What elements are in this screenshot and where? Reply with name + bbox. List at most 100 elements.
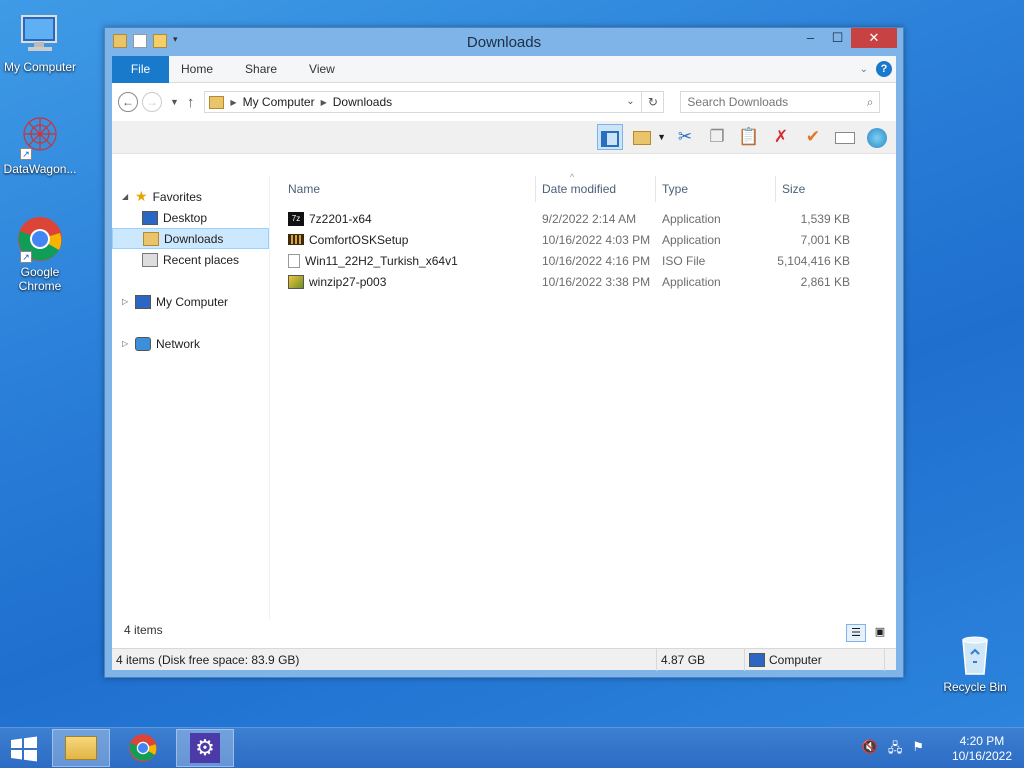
breadcrumb-separator-icon: ▶ <box>230 97 237 107</box>
column-size[interactable]: Size <box>776 176 856 202</box>
recent-places-icon <box>142 252 158 267</box>
start-button[interactable] <box>10 736 38 762</box>
file-type: Application <box>662 232 721 247</box>
table-row[interactable]: 7z 7z2201-x64 9/2/2022 2:14 AM Applicatio… <box>270 208 896 229</box>
table-row[interactable]: ComfortOSKSetup 10/16/2022 4:03 PM Appli… <box>270 229 896 250</box>
breadcrumb-my-computer[interactable]: My Computer <box>243 95 315 109</box>
column-name[interactable]: Name <box>270 176 536 202</box>
volume-muted-icon[interactable]: 🔇 <box>862 739 878 761</box>
search-box[interactable]: ⌕ <box>680 91 881 113</box>
downloads-folder-icon <box>209 95 225 109</box>
collapsed-arrow-icon[interactable]: ▷ <box>122 339 130 348</box>
breadcrumb-separator-icon: ▶ <box>320 97 327 107</box>
tab-file[interactable]: File <box>112 55 169 83</box>
nav-label: Desktop <box>163 210 208 225</box>
expand-ribbon-icon[interactable]: ⌄ <box>860 64 868 75</box>
address-bar[interactable]: ▶ My Computer ▶ Downloads ⌄ ↻ <box>204 91 665 113</box>
help-button[interactable]: ? <box>876 61 892 77</box>
window-controls: – ☐ ✕ <box>797 28 897 48</box>
computer-icon <box>16 10 64 58</box>
recent-locations-icon[interactable]: ▼ <box>170 97 179 107</box>
desktop-icon-datawagon[interactable]: ↗ DataWagon... <box>0 112 80 176</box>
shortcut-arrow-icon: ↗ <box>20 251 32 263</box>
nav-label: Network <box>156 336 201 351</box>
copy-button[interactable]: ❐ <box>704 124 730 150</box>
desktop-icon-my-computer[interactable]: My Computer <box>0 10 80 74</box>
nav-desktop[interactable]: Desktop <box>112 207 269 228</box>
network-button[interactable] <box>864 124 890 150</box>
forward-button[interactable]: → <box>142 92 162 112</box>
desktop-icon-label: Recycle Bin <box>943 680 1007 694</box>
file-date: 10/16/2022 3:38 PM <box>542 274 651 289</box>
item-count: 4 items <box>124 623 163 637</box>
tab-home[interactable]: Home <box>169 62 229 76</box>
tab-view[interactable]: View <box>293 62 351 76</box>
up-button[interactable]: ↑ <box>187 94 195 111</box>
tab-share[interactable]: Share <box>229 62 293 76</box>
file-name: 7z2201-x64 <box>309 211 372 226</box>
taskbar-file-explorer[interactable] <box>52 729 110 767</box>
apply-button[interactable]: ✔ <box>800 124 826 150</box>
search-icon[interactable]: ⌕ <box>867 95 874 110</box>
star-icon: ★ <box>135 188 148 204</box>
file-size: 2,861 KB <box>800 274 850 289</box>
breadcrumb-downloads[interactable]: Downloads <box>333 95 392 109</box>
desktop-icon-google-chrome[interactable]: ↗ Google Chrome <box>0 215 80 293</box>
command-toolbar: ▼ ✂ ❐ 📋 ✗ ✔ <box>112 121 896 154</box>
paste-button[interactable]: 📋 <box>736 124 762 150</box>
downloads-folder-icon <box>143 231 159 246</box>
network-icon <box>135 336 151 351</box>
title-bar[interactable]: ▾ Downloads – ☐ ✕ <box>105 28 903 56</box>
system-clock[interactable]: 4:20 PM 10/16/2022 <box>952 734 1012 764</box>
file-size: 1,539 KB <box>800 211 850 226</box>
taskbar-chrome[interactable] <box>114 729 172 767</box>
clock-date: 10/16/2022 <box>951 749 1012 763</box>
maximize-button[interactable]: ☐ <box>824 28 851 48</box>
recycle-bin-icon <box>951 630 999 678</box>
nav-network[interactable]: ▷ Network <box>112 333 269 354</box>
address-row: ← → ▼ ↑ ▶ My Computer ▶ Downloads ⌄ ↻ ⌕ <box>112 83 896 121</box>
folder-icon <box>65 736 97 760</box>
refresh-icon[interactable]: ↻ <box>641 92 663 112</box>
delete-button[interactable]: ✗ <box>768 124 794 150</box>
column-date-modified[interactable]: Date modified <box>536 176 656 202</box>
column-type[interactable]: Type <box>656 176 776 202</box>
explorer-window[interactable]: ▾ Downloads – ☐ ✕ File Home Share View ⌄… <box>104 27 904 678</box>
status-location: Computer <box>745 648 885 671</box>
nav-my-computer[interactable]: ▷ My Computer <box>112 291 269 312</box>
action-center-icon[interactable]: ⚑ <box>912 739 924 761</box>
nav-recent-places[interactable]: Recent places <box>112 249 269 270</box>
delete-x-icon: ✗ <box>773 127 789 146</box>
cut-button[interactable]: ✂ <box>672 124 698 150</box>
rename-button[interactable] <box>832 124 858 150</box>
nav-favorites[interactable]: ◢ ★ Favorites <box>112 186 269 207</box>
minimize-button[interactable]: – <box>797 28 824 48</box>
desktop-icon-recycle-bin[interactable]: Recycle Bin <box>935 630 1015 694</box>
desktop-icon-label: My Computer <box>3 60 77 74</box>
folder-options-button[interactable] <box>629 124 655 150</box>
expanded-arrow-icon[interactable]: ◢ <box>122 192 130 201</box>
details-view-button[interactable]: ☰ <box>846 624 866 642</box>
large-icons-view-button[interactable]: ▣ <box>870 624 890 642</box>
table-row[interactable]: winzip27-p003 10/16/2022 3:38 PM Applica… <box>270 271 896 292</box>
address-dropdown-icon[interactable]: ⌄ <box>619 92 641 112</box>
search-input[interactable] <box>687 95 848 109</box>
table-row[interactable]: Win11_22H2_Turkish_x64v1 10/16/2022 4:16… <box>270 250 896 271</box>
close-button[interactable]: ✕ <box>851 28 897 48</box>
arrow-right-icon: → <box>146 95 158 109</box>
chevron-down-icon[interactable]: ▼ <box>657 132 666 142</box>
column-headers: ^ Name Date modified Type Size <box>270 172 896 202</box>
shortcut-arrow-icon: ↗ <box>20 148 32 160</box>
preview-pane-button[interactable] <box>597 124 624 150</box>
back-button[interactable]: ← <box>118 92 138 112</box>
status-location-label: Computer <box>769 652 822 667</box>
windows-logo-icon <box>11 736 37 762</box>
disc-image-icon <box>288 253 300 268</box>
large-icons-view-icon: ▣ <box>874 626 886 638</box>
nav-downloads[interactable]: Downloads <box>112 228 269 249</box>
sort-ascending-icon: ^ <box>570 172 575 182</box>
network-status-icon[interactable]: 🖧 <box>888 739 903 761</box>
collapsed-arrow-icon[interactable]: ▷ <box>122 297 130 306</box>
taskbar-settings-app[interactable]: ⚙ <box>176 729 234 767</box>
computer-icon <box>749 652 765 667</box>
